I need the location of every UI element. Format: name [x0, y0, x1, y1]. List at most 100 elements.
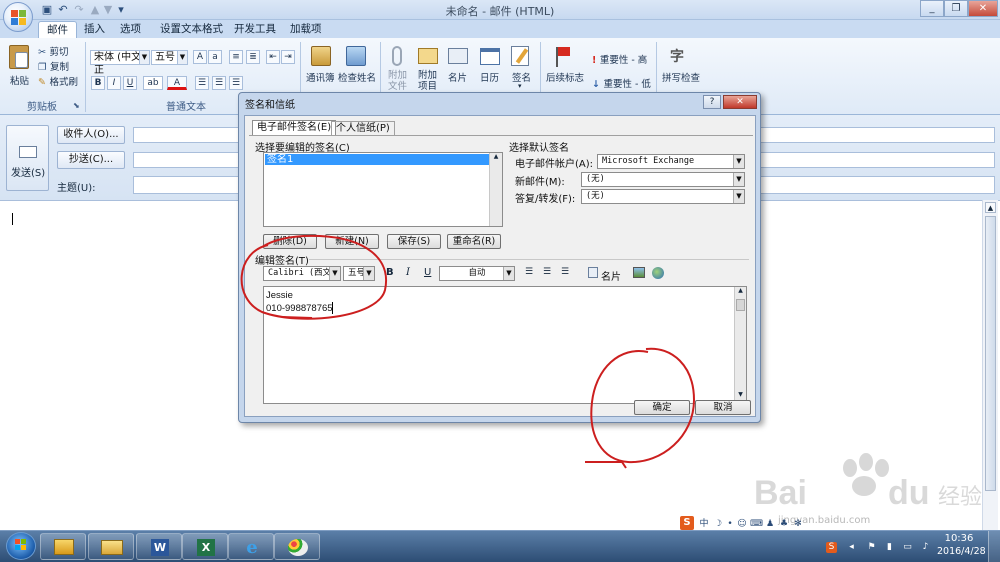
send-button[interactable]: 发送(S) — [6, 125, 49, 191]
skin-icon[interactable]: ♣ — [778, 518, 790, 530]
delete-button[interactable]: 删除(D) — [263, 234, 317, 249]
cut-button[interactable]: ✂ 剪切 — [38, 44, 68, 58]
editor-scrollbar[interactable]: ▲ ▼ — [734, 287, 746, 403]
sig-color-combo[interactable]: 自动 ▼ — [439, 266, 515, 281]
save-button[interactable]: 保存(S) — [387, 234, 441, 249]
sig-underline-button[interactable]: U — [424, 267, 431, 278]
office-button[interactable] — [3, 2, 33, 32]
signature-button[interactable]: 签名 ▾ — [508, 44, 534, 94]
sig-bold-button[interactable]: B — [386, 267, 394, 278]
align-center-icon[interactable]: ☰ — [543, 267, 551, 277]
business-card-icon[interactable] — [588, 267, 598, 278]
new-messages-combo[interactable]: (无) ▼ — [581, 172, 745, 187]
taskbar-explorer[interactable] — [88, 533, 134, 560]
list-scrollbar[interactable]: ▲ — [489, 153, 502, 226]
scroll-up-icon[interactable]: ▲ — [985, 202, 996, 213]
spelling-button[interactable]: 字 拼写检查 — [660, 44, 700, 94]
taskbar-word[interactable]: W — [136, 533, 182, 560]
dialog-close-button[interactable]: ✕ — [723, 95, 757, 109]
outdent-icon[interactable]: ⇤ — [266, 50, 280, 64]
display-icon[interactable]: ▭ — [902, 542, 913, 553]
business-card-button[interactable]: 名片 — [446, 44, 470, 86]
tab-developer[interactable]: 开发工具 — [226, 21, 284, 38]
scroll-down-icon[interactable]: ▼ — [735, 391, 746, 398]
signature-editor[interactable]: Jessie 010-998878765 ▲ ▼ — [263, 286, 747, 404]
follow-up-button[interactable]: 后续标志 — [546, 44, 584, 94]
font-color-icon[interactable]: A — [167, 76, 187, 90]
scroll-thumb[interactable] — [985, 216, 996, 491]
indent-icon[interactable]: ⇥ — [281, 50, 295, 64]
show-desktop-button[interactable] — [988, 531, 1000, 562]
settings-icon[interactable]: ✻ — [792, 518, 804, 530]
speaker-off-icon[interactable]: ◂ — [846, 542, 857, 553]
sogou-ime-icon[interactable]: S — [680, 516, 694, 530]
format-painter-button[interactable]: ✎ 格式刷 — [38, 74, 78, 88]
scroll-up-icon[interactable]: ▲ — [490, 153, 502, 160]
punct-icon[interactable]: • — [724, 518, 736, 530]
align-left-icon[interactable]: ☰ — [195, 76, 209, 90]
close-button[interactable]: ✕ — [968, 0, 998, 17]
signature-list[interactable]: 签名1 ▲ — [263, 152, 503, 227]
ime-mode[interactable]: 中 — [698, 518, 710, 530]
keyboard-icon[interactable]: ⌨ — [750, 518, 763, 530]
hyperlink-icon[interactable] — [652, 267, 664, 279]
taskbar-ie[interactable]: e — [228, 533, 274, 560]
grow-font-icon[interactable]: A — [193, 50, 207, 64]
highlight-icon[interactable]: ab — [143, 76, 163, 90]
align-left-icon[interactable]: ☰ — [525, 267, 533, 277]
smile-icon[interactable]: ☺ — [736, 518, 748, 530]
clock-time[interactable]: 10:36 — [937, 533, 981, 544]
user-icon[interactable]: ♟ — [764, 518, 776, 530]
copy-button[interactable]: ❐ 复制 — [38, 59, 69, 73]
check-names-button[interactable]: 检查姓名 — [338, 44, 376, 86]
address-book-button[interactable]: 通讯簿 — [306, 44, 336, 86]
rename-button[interactable]: 重命名(R) — [447, 234, 501, 249]
tab-addins[interactable]: 加载项 — [282, 21, 330, 38]
taskbar-excel[interactable]: X — [182, 533, 228, 560]
italic-button[interactable]: I — [107, 76, 121, 90]
low-importance-button[interactable]: ↓ 重要性 - 低 — [592, 76, 651, 90]
sogou-tray-icon[interactable]: S — [826, 542, 837, 553]
network-icon[interactable]: ▮ — [884, 542, 895, 553]
picture-icon[interactable] — [633, 267, 645, 278]
tab-email-signature[interactable]: 电子邮件签名(E) — [252, 120, 337, 135]
sig-italic-button[interactable]: I — [406, 267, 410, 278]
tab-insert[interactable]: 插入 — [76, 21, 113, 38]
scroll-thumb[interactable] — [736, 299, 745, 311]
font-combo[interactable]: 宋体 (中文正 ▼ — [90, 50, 150, 76]
align-right-icon[interactable]: ☰ — [229, 76, 243, 90]
bullets-icon[interactable]: ≡ — [229, 50, 243, 64]
ok-button[interactable]: 确定 — [634, 400, 690, 415]
underline-button[interactable]: U — [123, 76, 137, 90]
size-combo[interactable]: 五号 ▼ — [151, 50, 188, 65]
cc-button[interactable]: 抄送(C)... — [57, 151, 125, 169]
tab-format-text[interactable]: 设置文本格式 — [152, 21, 231, 38]
moon-icon[interactable]: ☽ — [712, 518, 724, 530]
volume-icon[interactable]: ♪ — [920, 542, 931, 553]
numbering-icon[interactable]: ≣ — [246, 50, 260, 64]
tab-personal-stationery[interactable]: 个人信纸(P) — [331, 121, 395, 135]
to-button[interactable]: 收件人(O)... — [57, 126, 125, 144]
flag-tray-icon[interactable]: ⚑ — [866, 542, 877, 553]
cancel-button[interactable]: 取消 — [695, 400, 751, 415]
insert-card-label[interactable]: 名片 — [601, 268, 621, 283]
dialog-launcher-icon[interactable]: ⬊ — [73, 101, 80, 110]
help-button[interactable]: ? — [703, 95, 721, 109]
attach-file-button[interactable]: 附加文件 — [386, 44, 410, 94]
maximize-button[interactable]: ❐ — [944, 0, 968, 17]
high-importance-button[interactable]: ! 重要性 - 高 — [592, 52, 647, 66]
signature-item[interactable]: 签名1 — [265, 154, 489, 165]
reply-forward-combo[interactable]: (无) ▼ — [581, 189, 745, 204]
attach-item-button[interactable]: 附加项目 — [416, 44, 440, 94]
sig-size-combo[interactable]: 五号 ▼ — [343, 266, 375, 281]
paste-button[interactable]: 粘贴 — [6, 43, 34, 97]
tab-options[interactable]: 选项 — [112, 21, 149, 38]
sig-font-combo[interactable]: Calibri (西文正 ▼ — [263, 266, 341, 281]
account-combo[interactable]: Microsoft Exchange ▼ — [597, 154, 745, 169]
start-button[interactable] — [6, 532, 36, 560]
align-center-icon[interactable]: ☰ — [212, 76, 226, 90]
minimize-button[interactable]: _ — [920, 0, 944, 17]
align-right-icon[interactable]: ☰ — [561, 267, 569, 277]
tab-mail[interactable]: 邮件 — [38, 21, 77, 38]
taskbar-paint[interactable] — [274, 533, 320, 560]
